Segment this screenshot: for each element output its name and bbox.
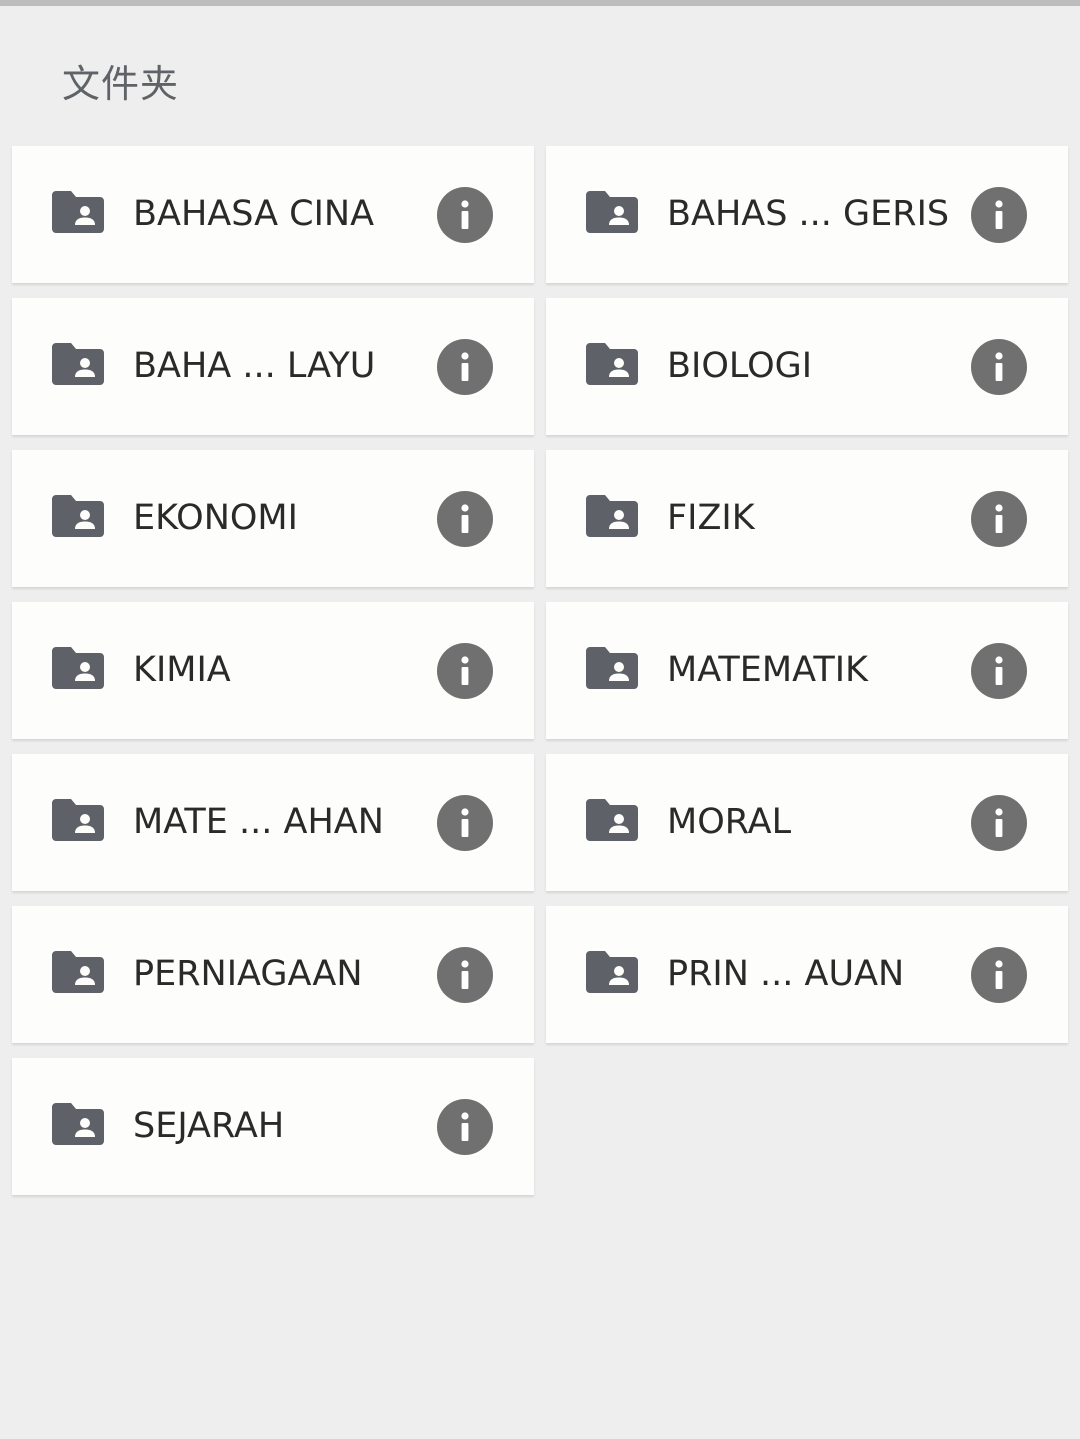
info-icon[interactable]	[971, 947, 1027, 1003]
info-icon[interactable]	[437, 339, 493, 395]
shared-folder-icon	[586, 343, 638, 385]
top-progress-bar	[0, 0, 1080, 6]
shared-folder-icon	[52, 1103, 104, 1145]
info-icon[interactable]	[971, 339, 1027, 395]
folder-card-2[interactable]: BAHAS ... GERIS	[546, 146, 1068, 283]
folder-name: PERNIAGAAN	[133, 954, 363, 994]
folder-name: BAHA ... LAYU	[133, 346, 376, 386]
folder-name: BAHASA CINA	[133, 194, 375, 234]
shared-folder-icon	[586, 951, 638, 993]
shared-folder-icon	[586, 647, 638, 689]
info-icon[interactable]	[971, 643, 1027, 699]
folder-name: MATE ... AHAN	[133, 802, 384, 842]
folder-card-1[interactable]: BAHASA CINA	[12, 146, 534, 283]
folder-card-11[interactable]: PERNIAGAAN	[12, 906, 534, 1043]
folder-name: FIZIK	[667, 498, 755, 538]
shared-folder-icon	[586, 191, 638, 233]
folder-card-13[interactable]: SEJARAH	[12, 1058, 534, 1195]
info-icon[interactable]	[437, 1099, 493, 1155]
folder-card-7[interactable]: KIMIA	[12, 602, 534, 739]
folder-card-8[interactable]: MATEMATIK	[546, 602, 1068, 739]
shared-folder-icon	[52, 343, 104, 385]
shared-folder-icon	[52, 951, 104, 993]
info-icon[interactable]	[971, 491, 1027, 547]
info-icon[interactable]	[437, 491, 493, 547]
info-icon[interactable]	[437, 795, 493, 851]
folder-card-6[interactable]: FIZIK	[546, 450, 1068, 587]
shared-folder-icon	[586, 799, 638, 841]
shared-folder-icon	[52, 495, 104, 537]
folder-name: MORAL	[667, 802, 792, 842]
info-icon[interactable]	[437, 947, 493, 1003]
folder-name: EKONOMI	[133, 498, 298, 538]
info-icon[interactable]	[437, 643, 493, 699]
folder-card-9[interactable]: MATE ... AHAN	[12, 754, 534, 891]
folder-name: MATEMATIK	[667, 650, 868, 690]
folder-card-5[interactable]: EKONOMI	[12, 450, 534, 587]
info-icon[interactable]	[971, 187, 1027, 243]
shared-folder-icon	[52, 191, 104, 233]
info-icon[interactable]	[971, 795, 1027, 851]
section-title: 文件夹	[62, 62, 180, 106]
folder-name: PRIN ... AUAN	[667, 954, 905, 994]
info-icon[interactable]	[437, 187, 493, 243]
shared-folder-icon	[52, 799, 104, 841]
folder-grid: BAHASA CINA BAHAS ... GERIS BAHA ... LAY…	[12, 146, 1068, 1195]
folder-name: BAHAS ... GERIS	[667, 194, 950, 234]
shared-folder-icon	[52, 647, 104, 689]
folder-name: SEJARAH	[133, 1106, 285, 1146]
folder-card-10[interactable]: MORAL	[546, 754, 1068, 891]
folder-name: KIMIA	[133, 650, 231, 690]
folder-name: BIOLOGI	[667, 346, 813, 386]
shared-folder-icon	[586, 495, 638, 537]
folder-card-12[interactable]: PRIN ... AUAN	[546, 906, 1068, 1043]
folder-card-3[interactable]: BAHA ... LAYU	[12, 298, 534, 435]
folder-card-4[interactable]: BIOLOGI	[546, 298, 1068, 435]
